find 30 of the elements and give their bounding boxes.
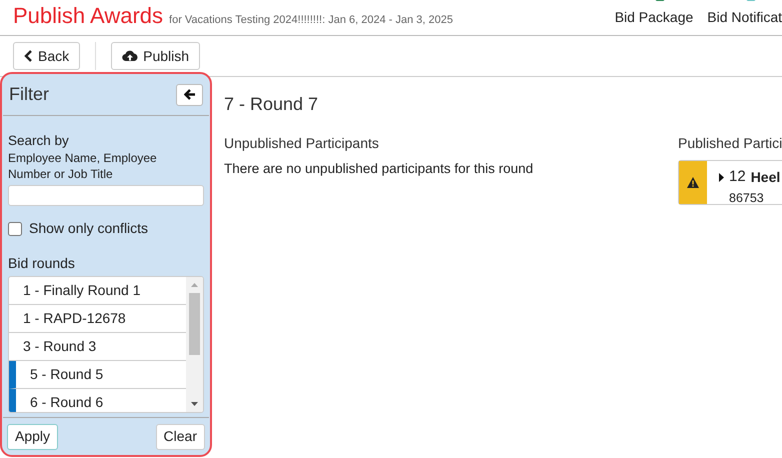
arrow-left-icon: [184, 89, 196, 100]
caret-right-icon[interactable]: [719, 172, 724, 182]
search-field[interactable]: [8, 185, 204, 206]
collapse-button[interactable]: [176, 84, 203, 106]
conflicts-label: Show only conflicts: [29, 219, 148, 238]
participant-card[interactable]: 12 Heel 86753: [678, 160, 782, 205]
participant-rank: 12: [729, 167, 746, 187]
nav-link[interactable]: Bid Notificat: [707, 7, 782, 28]
search-hint: Employee Name, Employee Number or Job Title: [8, 150, 158, 182]
rounds-label: Bid rounds: [8, 254, 76, 273]
empty-message: There are no unpublished participants for this round: [224, 160, 534, 178]
page-title: Publish Awards: [13, 4, 164, 26]
publish-button[interactable]: Publish: [111, 42, 200, 70]
filter-title: Filter: [9, 83, 49, 106]
unpublished-heading: Unpublished Participants: [224, 134, 380, 153]
page-subtitle: for Vacations Testing 2024!!!!!!!!: Jan 6, 2024 - Jan 3, 2025: [169, 12, 453, 28]
participant-number: 86753: [728, 190, 765, 206]
published-heading: Published Partici: [678, 134, 782, 153]
search-label: Search by: [8, 133, 70, 149]
clear-button[interactable]: Clear: [156, 424, 205, 450]
cloud-upload-icon: [122, 50, 138, 62]
back-button[interactable]: Back: [13, 42, 80, 70]
round-title: 7 - Round 7: [224, 93, 320, 116]
nav-link[interactable]: Bid Package: [614, 7, 694, 28]
chevron-left-icon: [24, 50, 33, 62]
scrollbar[interactable]: [186, 277, 203, 412]
apply-button[interactable]: Apply: [7, 424, 58, 450]
conflicts-checkbox[interactable]: [8, 222, 22, 236]
warning-icon: [687, 177, 699, 188]
participant-name: Heel: [750, 168, 780, 187]
